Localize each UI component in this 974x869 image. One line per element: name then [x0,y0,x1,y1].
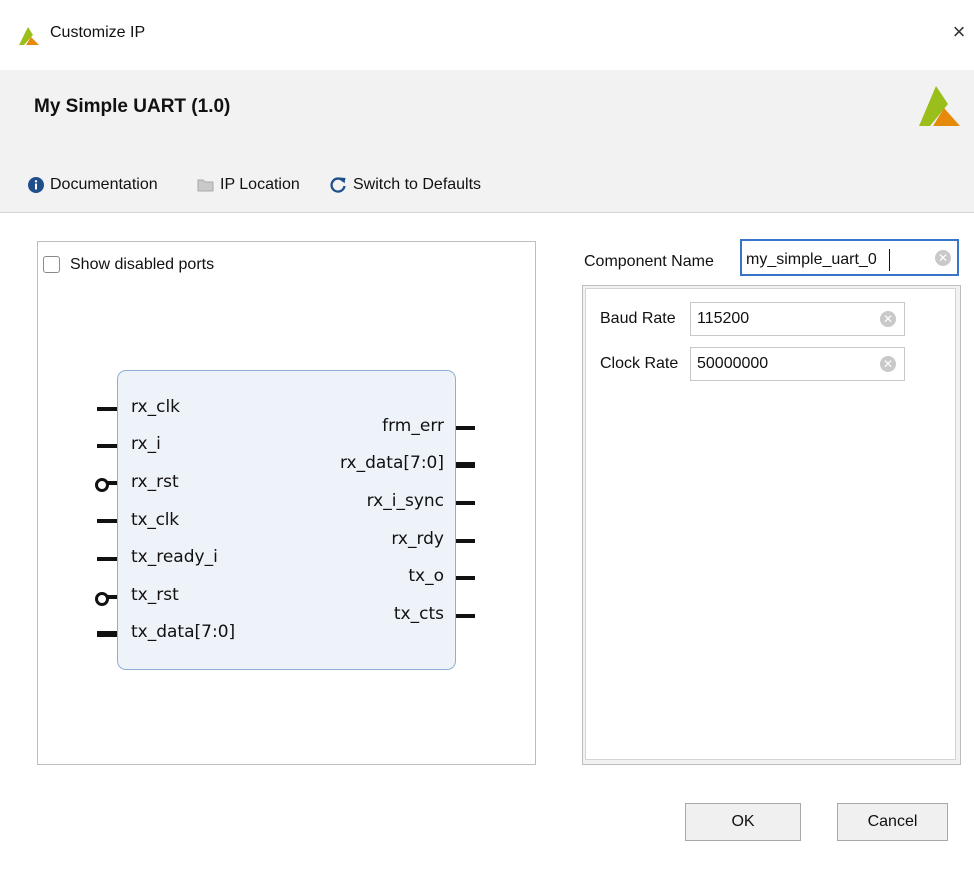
port-pin [456,539,475,543]
clear-icon[interactable]: ✕ [880,311,896,327]
port-label: tx_rst [131,585,179,605]
info-icon [28,177,44,193]
documentation-button[interactable]: Documentation [28,174,158,196]
bus-pin [456,462,475,468]
port-label: rx_clk [131,397,181,417]
port-pin [97,444,117,448]
folder-icon [197,178,214,192]
port-label: frm_err [382,416,444,436]
show-disabled-ports-checkbox[interactable] [43,256,60,273]
baud-rate-label: Baud Rate [600,310,676,327]
clear-icon[interactable]: ✕ [880,356,896,372]
port-label: rx_rdy [391,529,444,549]
show-disabled-ports-label: Show disabled ports [70,256,215,273]
cancel-button[interactable]: Cancel [837,803,948,841]
ok-button[interactable]: OK [685,803,801,841]
clear-icon[interactable]: ✕ [935,250,951,266]
port-label: rx_rst [131,472,179,492]
text-caret [889,249,890,271]
port-pin [97,407,117,411]
port-label: tx_ready_i [131,547,218,567]
bus-pin [97,631,117,637]
xilinx-logo-icon [916,84,962,128]
port-pin [97,519,117,523]
ip-title: My Simple UART (1.0) [34,96,231,117]
component-name-value: my_simple_uart_0 [746,251,877,268]
switch-to-defaults-label: Switch to Defaults [353,176,482,193]
refresh-icon [329,176,347,194]
close-icon[interactable]: × [947,18,971,46]
port-label: rx_i_sync [366,491,444,511]
port-label: rx_data[7:0] [339,453,444,473]
baud-rate-value: 115200 [697,310,750,327]
port-pin [456,426,475,430]
clock-rate-value: 50000000 [697,355,769,372]
active-low-bubble-icon [95,478,109,492]
port-label: tx_o [408,566,444,586]
title-bar [0,0,974,70]
clock-rate-label: Clock Rate [600,355,679,372]
port-label: tx_clk [131,510,179,530]
port-pin [456,501,475,505]
active-low-bubble-icon [95,592,109,606]
port-label: rx_i [131,434,161,454]
port-label: tx_cts [393,604,444,624]
component-name-label: Component Name [584,253,714,270]
window-title: Customize IP [50,24,146,41]
port-pin [456,576,475,580]
ip-location-button[interactable]: IP Location [197,174,300,196]
port-pin [97,557,117,561]
ip-location-label: IP Location [220,176,300,193]
port-pin [456,614,475,618]
documentation-label: Documentation [50,176,158,193]
switch-to-defaults-button[interactable]: Switch to Defaults [329,174,481,196]
xilinx-logo-icon [18,26,40,46]
port-label: tx_data[7:0] [131,622,236,642]
